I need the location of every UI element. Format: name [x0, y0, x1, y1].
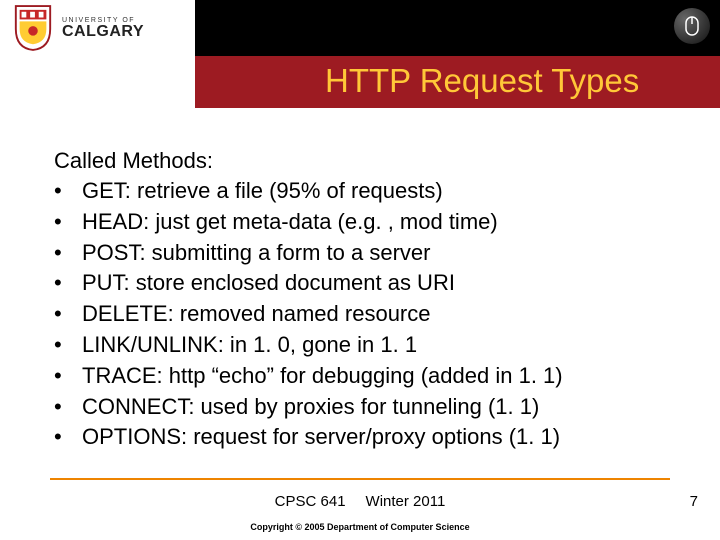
- list-item: •GET: retrieve a file (95% of requests): [54, 176, 670, 207]
- bullet-text: LINK/UNLINK: in 1. 0, gone in 1. 1: [82, 330, 417, 361]
- slide-header: UNIVERSITY OF CALGARY HTTP Request Types: [0, 0, 720, 108]
- footer-divider: [50, 478, 670, 480]
- slide-body: Called Methods: •GET: retrieve a file (9…: [0, 108, 720, 453]
- copyright-line: Copyright © 2005 Department of Computer …: [0, 522, 720, 532]
- bullet-text: DELETE: removed named resource: [82, 299, 431, 330]
- list-item: •TRACE: http “echo” for debugging (added…: [54, 361, 670, 392]
- header-title-bar: HTTP Request Types: [0, 56, 720, 108]
- lead-word: Methods: [122, 148, 206, 173]
- bullet-text: OPTIONS: request for server/proxy option…: [82, 422, 560, 453]
- university-name: UNIVERSITY OF CALGARY: [62, 17, 144, 40]
- bullet-text: PUT: store enclosed document as URI: [82, 268, 455, 299]
- list-item: •DELETE: removed named resource: [54, 299, 670, 330]
- bullet-text: POST: submitting a form to a server: [82, 238, 430, 269]
- course-code: CPSC 641: [275, 493, 346, 510]
- list-item: •PUT: store enclosed document as URI: [54, 268, 670, 299]
- list-item: •LINK/UNLINK: in 1. 0, gone in 1. 1: [54, 330, 670, 361]
- list-item: •HEAD: just get meta-data (e.g. , mod ti…: [54, 207, 670, 238]
- bullet-text: TRACE: http “echo” for debugging (added …: [82, 361, 563, 392]
- header-white-block: [0, 56, 195, 108]
- header-top-bar: UNIVERSITY OF CALGARY: [0, 0, 720, 56]
- bullet-list: •GET: retrieve a file (95% of requests) …: [54, 176, 670, 453]
- lead-prefix: Called: [54, 148, 122, 173]
- bullet-text: GET: retrieve a file (95% of requests): [82, 176, 443, 207]
- lead-suffix: :: [207, 148, 213, 173]
- bullet-text: HEAD: just get meta-data (e.g. , mod tim…: [82, 207, 498, 238]
- footer-center: CPSC 641 Winter 2011: [0, 493, 720, 510]
- university-crest-icon: [12, 4, 54, 52]
- mouse-icon: [674, 8, 710, 44]
- list-item: •OPTIONS: request for server/proxy optio…: [54, 422, 670, 453]
- lead-line: Called Methods:: [54, 148, 670, 174]
- term-label: Winter 2011: [366, 493, 446, 510]
- university-logo-block: UNIVERSITY OF CALGARY: [0, 0, 195, 56]
- bullet-text: CONNECT: used by proxies for tunneling (…: [82, 392, 539, 423]
- university-large-text: CALGARY: [62, 24, 144, 40]
- list-item: •CONNECT: used by proxies for tunneling …: [54, 392, 670, 423]
- page-number: 7: [690, 493, 698, 510]
- list-item: •POST: submitting a form to a server: [54, 238, 670, 269]
- slide-title: HTTP Request Types: [325, 62, 639, 100]
